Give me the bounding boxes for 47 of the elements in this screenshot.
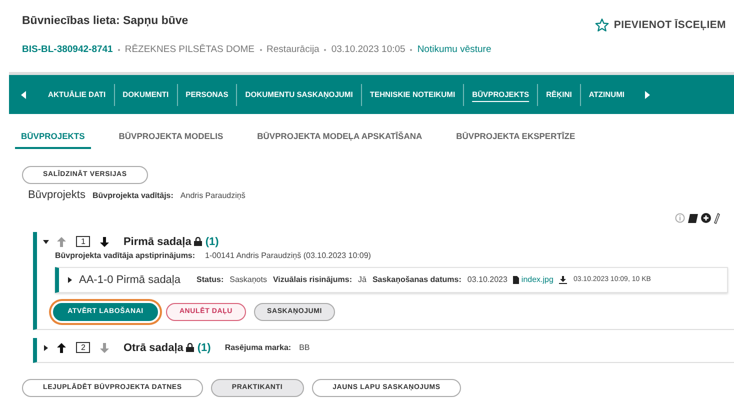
file-icon	[513, 276, 520, 284]
sub-tab[interactable]: BŪVPROJEKTA EKSPERTĪZE	[450, 126, 582, 149]
history-link[interactable]: Notikumu vēsture	[417, 44, 492, 55]
status-value: Saskaņots	[230, 275, 267, 284]
sub-tab[interactable]: BŪVPROJEKTA MODEĻA APSKATĪŠANA	[251, 126, 428, 149]
case-id: BIS-BL-380942-8741	[22, 44, 113, 55]
order-number[interactable]: 1	[76, 236, 90, 247]
visual-label: Vizuālais risinājums:	[272, 275, 352, 284]
section-count: (1)	[197, 342, 211, 354]
case-meta: Restaurācija	[266, 44, 320, 55]
download-icon[interactable]	[559, 276, 568, 284]
left-arrow-icon[interactable]	[21, 90, 26, 98]
manager-label: Būvprojekta vadītājs:	[92, 190, 174, 200]
down-arrow-icon[interactable]	[100, 236, 110, 246]
status-label: Status:	[196, 275, 224, 284]
caret-icon[interactable]	[43, 344, 49, 350]
field-value: 1-00141 Andris Paraudziņš (03.10.2023 10:09)	[205, 250, 372, 260]
field-label: Rasējuma marka:	[224, 343, 292, 352]
case-meta: RĒZEKNES PILSĒTAS DOME	[124, 44, 255, 55]
up-arrow-icon[interactable]	[57, 342, 66, 352]
visual-value: Jā	[358, 275, 366, 284]
section-title: Otrā sadaļa	[123, 342, 184, 354]
project-heading: Būvprojekts	[28, 188, 86, 200]
book-icon[interactable]	[688, 214, 698, 222]
right-arrow-icon[interactable]	[644, 90, 650, 98]
section-title: Pirmā sadaļa	[123, 236, 192, 248]
item-title: AA-1-0 Pirmā sadaļa	[79, 274, 180, 286]
file-link[interactable]: index.jpg	[521, 275, 554, 284]
date-value: 03.10.2023	[467, 275, 508, 284]
lock-icon	[186, 343, 194, 352]
pencil-icon[interactable]	[714, 212, 720, 224]
section-count: (1)	[205, 236, 219, 248]
add-icon[interactable]	[701, 213, 711, 223]
field-value: BB	[299, 343, 310, 352]
sub-tab[interactable]: BŪVPROJEKTA MODELIS	[112, 126, 230, 149]
case-meta: 03.10.2023 10:05	[331, 44, 406, 55]
sub-tab[interactable]: BŪVPROJEKTS	[15, 126, 91, 149]
star-icon	[594, 18, 609, 32]
date-label: Saskaņošanas datums:	[372, 275, 462, 284]
order-number[interactable]: 2	[76, 342, 90, 353]
lock-icon	[194, 237, 202, 246]
add-favorite-button[interactable]: PIEVIENOT ĪSCEĻIEM	[594, 18, 726, 32]
manager-name: Andris Paraudziņš	[180, 190, 246, 200]
caret-icon[interactable]	[43, 238, 49, 244]
caret-icon[interactable]	[67, 276, 73, 282]
case-title: Būvniecības lieta: Sapņu būve	[22, 15, 188, 27]
field-label: Būvprojekta vadītāja apstiprinājums:	[55, 250, 196, 260]
